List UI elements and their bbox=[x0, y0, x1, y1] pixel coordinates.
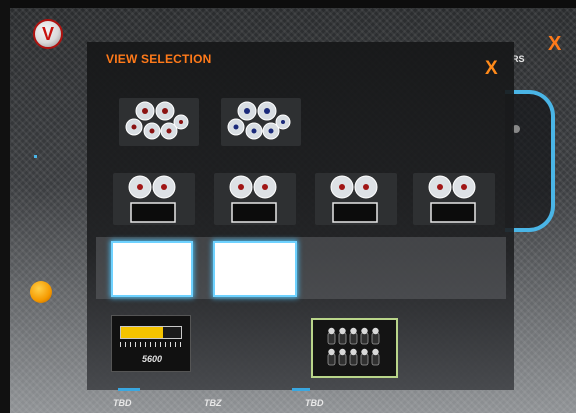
screen-bezel-left bbox=[0, 0, 10, 413]
layout-tile-six-gauge-a[interactable] bbox=[119, 98, 199, 146]
toggle-switch-icon bbox=[327, 327, 380, 366]
logo-letter: V bbox=[41, 24, 54, 44]
view-selection-dialog: VIEW SELECTION X 5600 bbox=[87, 42, 514, 390]
toggle-switch[interactable] bbox=[349, 353, 358, 366]
toggle-switch[interactable] bbox=[360, 353, 369, 366]
toggle-switch-cap bbox=[328, 327, 335, 335]
toggle-switch-cap bbox=[372, 348, 379, 356]
bottom-label-3: TBD bbox=[305, 398, 324, 408]
layout-tile-six-gauge-b[interactable] bbox=[221, 98, 301, 146]
toggle-switch-cap bbox=[328, 348, 335, 356]
toggle-switch-cap bbox=[339, 327, 346, 335]
blue-tick bbox=[292, 388, 310, 391]
gauge-icon bbox=[125, 101, 189, 140]
toggle-switch[interactable] bbox=[327, 332, 336, 345]
gauge-icon bbox=[428, 175, 476, 223]
layout-tile-blank-1[interactable] bbox=[111, 241, 193, 297]
gauge-icon bbox=[128, 175, 176, 223]
layout-tile-rpm[interactable]: 5600 bbox=[111, 315, 191, 372]
toggle-switch[interactable] bbox=[349, 332, 358, 345]
indicator-dot bbox=[34, 155, 37, 158]
toggle-switch[interactable] bbox=[371, 353, 380, 366]
logo-icon[interactable]: V bbox=[33, 19, 63, 49]
orange-indicator-button[interactable] bbox=[30, 281, 52, 303]
rpm-bar-track bbox=[120, 326, 182, 339]
rpm-ticks bbox=[120, 342, 182, 347]
layout-tile-two-gauge-2[interactable] bbox=[214, 173, 296, 225]
toggle-switch[interactable] bbox=[360, 332, 369, 345]
toggle-switch[interactable] bbox=[327, 353, 336, 366]
rpm-value: 5600 bbox=[141, 354, 163, 364]
layout-tile-two-gauge-3[interactable] bbox=[315, 173, 397, 225]
blue-tick bbox=[118, 388, 140, 391]
toggle-switch[interactable] bbox=[338, 332, 347, 345]
dialog-title: VIEW SELECTION bbox=[106, 52, 212, 66]
toggle-switch-cap bbox=[372, 327, 379, 335]
toggle-switch-cap bbox=[361, 327, 368, 335]
toggle-switch-cap bbox=[350, 327, 357, 335]
gauge-icon bbox=[227, 101, 291, 140]
layout-tile-two-gauge-1[interactable] bbox=[113, 173, 195, 225]
bottom-label-1: TBD bbox=[113, 398, 132, 408]
bottom-label-2: TBZ bbox=[204, 398, 222, 408]
toggle-switch-cap bbox=[339, 348, 346, 356]
screen-bezel-top bbox=[0, 0, 576, 8]
layout-tile-blank-2[interactable] bbox=[213, 241, 297, 297]
rpm-bar-fill bbox=[121, 327, 163, 338]
toggle-switch[interactable] bbox=[371, 332, 380, 345]
gauge-icon bbox=[330, 175, 378, 223]
close-dialog-button[interactable]: X bbox=[485, 58, 498, 80]
close-icon[interactable]: X bbox=[548, 33, 561, 56]
toggle-switch-cap bbox=[361, 348, 368, 356]
layout-tile-two-gauge-4[interactable] bbox=[413, 173, 495, 225]
toggle-switch[interactable] bbox=[338, 353, 347, 366]
layout-tile-switch-panel[interactable] bbox=[311, 318, 398, 378]
toggle-switch-cap bbox=[350, 348, 357, 356]
bottom-labels: TBD TBZ TBD bbox=[0, 398, 576, 413]
gauge-icon bbox=[229, 175, 277, 223]
